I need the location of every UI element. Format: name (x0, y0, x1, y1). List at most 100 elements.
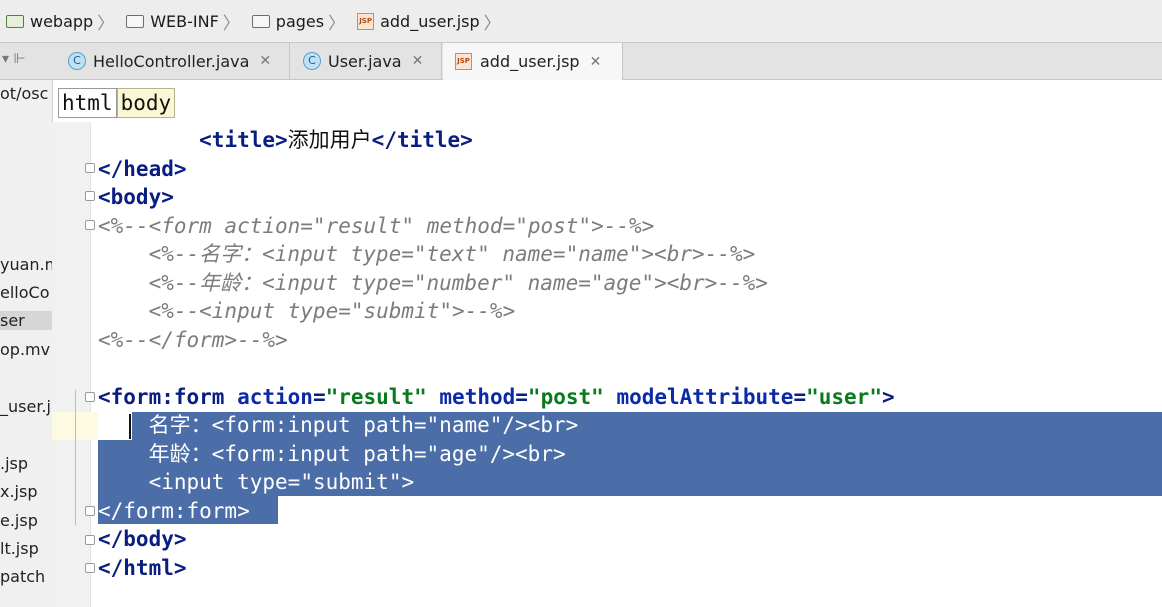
code-line: <input type="submit"> (98, 468, 415, 496)
java-class-icon: C (68, 52, 86, 70)
breadcrumb-separator-icon: 〉 (97, 13, 115, 34)
code-token: method (439, 384, 516, 409)
code-token: <form:form (98, 384, 238, 409)
tag-path-html[interactable]: html (58, 88, 117, 118)
tree-item[interactable]: .jsp (0, 454, 28, 473)
pane-controls[interactable]: ▾ ⊩ (2, 51, 26, 67)
code-token: /><br> (489, 441, 566, 466)
code-token: 年龄： (148, 441, 212, 466)
code-token: "post" (527, 384, 604, 409)
code-token: = (515, 384, 528, 409)
code-token: = (413, 413, 427, 437)
code-token: "submit" (300, 470, 402, 494)
fold-guide (75, 390, 76, 525)
code-line: </html> (98, 554, 187, 582)
breadcrumb-webapp[interactable]: webapp (6, 12, 93, 31)
code-token: /><br> (502, 413, 579, 437)
code-line: <%--</form>--%> (98, 326, 288, 354)
tree-item[interactable]: ot/osc (0, 84, 48, 103)
tree-item[interactable]: x.jsp (0, 482, 38, 501)
fold-toggle-icon[interactable] (85, 220, 95, 230)
code-token: modelAttribute (616, 384, 794, 409)
breadcrumb-separator-icon: 〉 (483, 13, 501, 34)
breadcrumb-label: pages (275, 11, 325, 31)
code-token: <input (148, 470, 238, 494)
fold-toggle-icon[interactable] (85, 163, 95, 173)
code-token: = (413, 441, 427, 466)
code-token: "result" (325, 384, 427, 409)
code-token: </html> (98, 555, 187, 580)
tree-item[interactable]: patch (0, 567, 45, 586)
web-folder-icon (6, 14, 24, 28)
close-icon[interactable]: ✕ (412, 53, 424, 69)
tree-item[interactable]: elloCo (0, 283, 49, 302)
code-token: <%--<form action="result" method="post">… (98, 213, 655, 238)
code-token: 名字： (148, 413, 212, 437)
code-line: <%--年龄：<input type="number" name="age"><… (98, 269, 768, 297)
tab-hellocontroller-java[interactable]: C HelloController.java ✕ (56, 43, 290, 79)
code-token: </head> (98, 156, 187, 181)
code-token: <%--<input type="submit">--%> (98, 299, 516, 323)
code-token: "age" (426, 441, 490, 466)
tab-label: HelloController.java (93, 51, 250, 71)
breadcrumb-pages[interactable]: pages (251, 11, 325, 31)
close-icon[interactable]: ✕ (590, 54, 602, 70)
code-token: <form:input (211, 441, 364, 466)
code-token: </body> (98, 527, 187, 551)
fold-toggle-icon[interactable] (85, 563, 95, 573)
code-token: = (287, 470, 301, 494)
tree-item[interactable]: _user.j (0, 397, 51, 416)
code-token: type (237, 470, 288, 494)
code-line: <title>添加用户</title> (98, 126, 473, 154)
tree-item[interactable]: ser (0, 311, 52, 330)
code-token: > (401, 470, 415, 494)
code-line: <body> (98, 183, 174, 211)
project-tree-panel: ot/osc yuan.m elloCo ser op.mv _user.j .jsp x.j… (0, 80, 53, 607)
code-line: </body> (98, 525, 187, 553)
code-token: "user" (806, 384, 882, 409)
code-token: <body> (98, 185, 174, 209)
code-token: = (793, 384, 807, 409)
tree-item[interactable]: e.jsp (0, 511, 38, 530)
navigation-breadcrumb: webapp 〉 WEB-INF 〉 pages 〉 JSP add_user.jsp 〉 (0, 0, 1162, 43)
code-line: <%--<input type="submit">--%> (98, 297, 516, 325)
tree-item[interactable]: op.mv (0, 340, 50, 359)
code-token: </form:form> (98, 498, 250, 523)
code-token: <%--名字：<input type="text" name="name"><b… (98, 242, 756, 266)
code-line: 名字：<form:input path="name"/><br> (98, 411, 579, 439)
code-token: = (312, 384, 326, 409)
close-icon[interactable]: ✕ (259, 53, 271, 69)
code-token: <%--</form>--%> (98, 327, 288, 352)
jsp-file-icon: JSP (357, 12, 375, 30)
tab-add-user-jsp[interactable]: JSP add_user.jsp ✕ (443, 43, 623, 80)
tab-user-java[interactable]: C User.java ✕ (291, 43, 442, 79)
breadcrumb-label: webapp (30, 11, 94, 31)
breadcrumb-separator-icon: 〉 (328, 13, 346, 34)
fold-toggle-icon[interactable] (85, 392, 95, 402)
tree-item[interactable]: lt.jsp (0, 539, 39, 558)
editor-tab-bar: ▾ ⊩ C HelloController.java ✕ C User.java… (0, 43, 1162, 80)
folder-icon (251, 14, 270, 28)
code-token: <%--年龄：<input type="number" name="age"><… (98, 270, 768, 295)
breadcrumb-label: add_user.jsp (380, 11, 480, 31)
code-token: action (237, 384, 313, 409)
code-line: <%--<form action="result" method="post">… (98, 212, 654, 240)
code-line: <form:form action="result" method="post"… (98, 383, 895, 411)
code-token: > (881, 384, 895, 409)
breadcrumb-web-inf[interactable]: WEB-INF (126, 12, 219, 31)
tag-path: html body (58, 88, 176, 118)
breadcrumb-label: WEB-INF (150, 11, 219, 31)
code-line: </head> (98, 155, 187, 183)
tab-label: User.java (328, 51, 402, 71)
tree-item[interactable]: yuan.m (0, 255, 52, 274)
java-class-icon: C (303, 52, 321, 70)
fold-toggle-icon[interactable] (85, 535, 95, 545)
fold-toggle-icon[interactable] (85, 506, 95, 516)
tag-path-body[interactable]: body (116, 88, 176, 118)
fold-toggle-icon[interactable] (85, 191, 95, 201)
breadcrumb-add-user-jsp[interactable]: JSP add_user.jsp (357, 12, 480, 31)
